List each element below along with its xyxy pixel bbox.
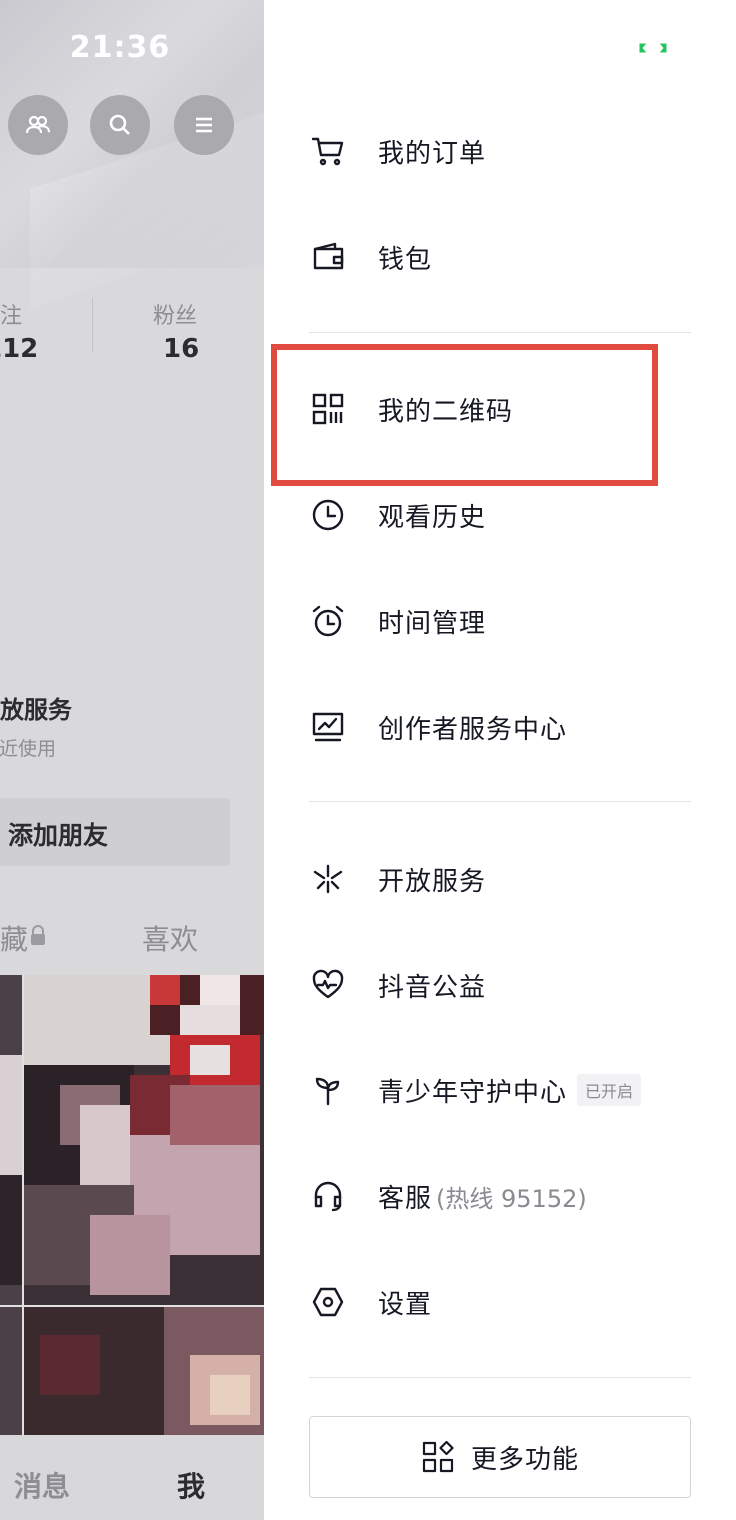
- search-icon: [109, 114, 130, 135]
- tab-likes[interactable]: 喜欢: [142, 918, 198, 958]
- menu-item-label: 抖音公益: [378, 972, 487, 1003]
- menu-item-open-service[interactable]: 开放服务: [300, 849, 700, 909]
- menu-divider: [309, 801, 691, 802]
- menu-item-charity[interactable]: 抖音公益: [300, 955, 700, 1015]
- following-label: 关注: [0, 304, 23, 329]
- followers-label[interactable]: 粉丝: [153, 298, 197, 330]
- friends-icon: [25, 115, 51, 134]
- status-time: 21:36: [69, 30, 171, 65]
- open-service-title[interactable]: 开放服务: [0, 690, 72, 725]
- open-service-subtitle: 最近使用: [0, 738, 57, 760]
- menu-item-label: 设置: [378, 1289, 433, 1320]
- menu-item-label: 青少年守护中心: [378, 1077, 568, 1108]
- apps-icon: [422, 1440, 454, 1473]
- more-features-button[interactable]: 更多功能: [309, 1416, 691, 1498]
- status-badge: 已开启: [577, 1074, 642, 1106]
- profile-background: 21:36 关注 112 粉丝 16 开放服务 最近使用 添加朋友 收藏 喜欢: [0, 0, 264, 1520]
- menu-item-label: 客服: [378, 1183, 433, 1214]
- menu-item-orders[interactable]: 我的订单: [300, 121, 700, 181]
- menu-item-label: 观看历史: [378, 502, 487, 533]
- menu-item-wallet[interactable]: 钱包: [300, 227, 700, 287]
- nav-me[interactable]: 我: [177, 1465, 205, 1505]
- lock-icon: [31, 925, 45, 945]
- menu-divider: [309, 1377, 691, 1378]
- hamburger-icon: [196, 117, 212, 133]
- menu-item-watch-history[interactable]: 观看历史: [300, 485, 700, 545]
- wallet-icon: [310, 239, 346, 275]
- menu-item-label: 创作者服务中心: [378, 714, 568, 745]
- highlight-box: [271, 344, 658, 486]
- battery-icon: [639, 43, 667, 53]
- hexagon-settings-icon: [310, 1284, 346, 1320]
- monitor-chart-icon: [310, 709, 346, 745]
- menu-divider: [309, 332, 691, 333]
- menu-item-settings[interactable]: 设置: [300, 1272, 700, 1332]
- followers-count[interactable]: 16: [163, 334, 199, 364]
- asterisk-icon: [310, 861, 346, 897]
- menu-item-creator-center[interactable]: 创作者服务中心: [300, 697, 700, 757]
- menu-button[interactable]: [174, 95, 234, 155]
- more-features-label: 更多功能: [470, 1444, 579, 1475]
- nav-messages[interactable]: 消息: [14, 1465, 70, 1505]
- menu-item-label: 我的订单: [378, 138, 487, 169]
- following-count: 112: [0, 334, 39, 364]
- menu-item-customer-service[interactable]: 客服 (热线 95152): [300, 1166, 700, 1226]
- clock-icon: [310, 497, 346, 533]
- menu-item-label: 时间管理: [378, 608, 487, 639]
- menu-item-label: 钱包: [378, 244, 433, 275]
- hotline-number: (热线 95152): [436, 1184, 587, 1213]
- video-thumbnails[interactable]: [0, 975, 264, 1435]
- heart-pulse-icon: [310, 967, 346, 1003]
- alarm-clock-icon: [310, 603, 346, 639]
- headset-icon: [310, 1178, 346, 1214]
- menu-item-time-management[interactable]: 时间管理: [300, 591, 700, 651]
- stat-divider: [92, 298, 93, 352]
- search-button[interactable]: [90, 95, 150, 155]
- menu-item-label: 开放服务: [378, 866, 487, 897]
- sprout-icon: [310, 1072, 346, 1108]
- cart-icon: [310, 133, 346, 169]
- friends-button[interactable]: [8, 95, 68, 155]
- tab-favorites[interactable]: 收藏: [0, 918, 28, 958]
- add-friends-button[interactable]: 添加朋友: [0, 798, 230, 866]
- menu-item-youth-protection[interactable]: 青少年守护中心 已开启: [300, 1060, 700, 1120]
- add-friends-label: 添加朋友: [8, 821, 109, 850]
